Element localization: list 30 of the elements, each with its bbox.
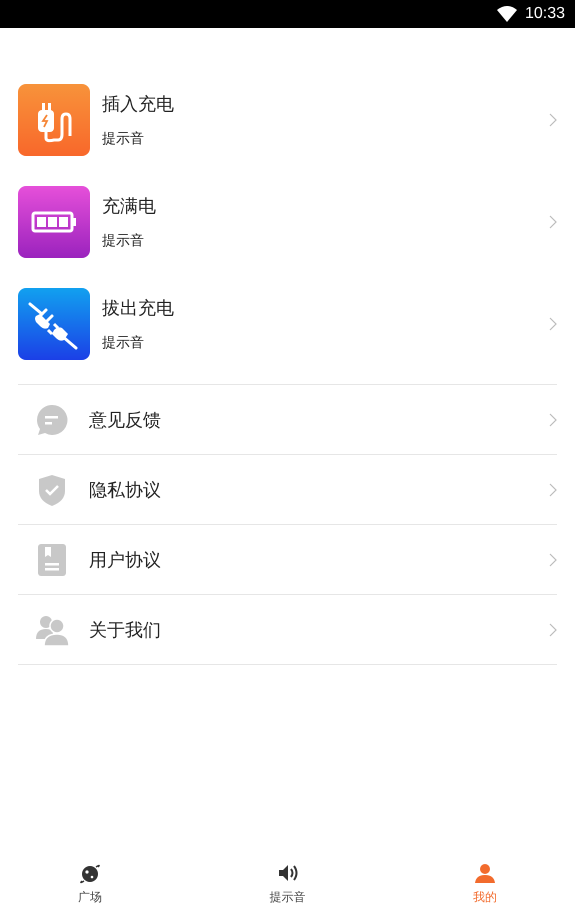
battery-icon[interactable]	[18, 186, 90, 258]
sound-title: 插入充电	[102, 93, 174, 116]
sound-subtitle: 提示音	[102, 130, 144, 148]
sound-title: 拔出充电	[102, 297, 174, 320]
menu-item[interactable]: 用户协议	[18, 525, 557, 595]
menu-item[interactable]: 隐私协议	[18, 455, 557, 525]
menu-label: 隐私协议	[88, 478, 162, 502]
chevron-icon	[549, 482, 557, 496]
chevron-icon	[549, 317, 557, 331]
chevron-icon	[549, 113, 557, 127]
chevron-icon	[549, 622, 557, 636]
tab[interactable]: 提示音	[258, 853, 318, 913]
document-icon	[35, 542, 69, 576]
wifi-icon	[496, 6, 517, 22]
chevron-icon	[549, 215, 557, 229]
tab[interactable]: 广场	[60, 853, 120, 913]
chat-bubble-icon	[35, 402, 69, 436]
chevron-icon	[549, 552, 557, 566]
sound-subtitle: 提示音	[102, 232, 144, 250]
sound-title: 充满电	[102, 195, 156, 218]
chevron-icon	[549, 412, 557, 426]
menu-item[interactable]: 关于我们	[18, 595, 557, 665]
charger-icon[interactable]	[18, 84, 90, 156]
plug-icon[interactable]	[18, 288, 90, 360]
sound-subtitle: 提示音	[102, 334, 144, 352]
menu-label: 用户协议	[88, 548, 162, 572]
status-time: 10:33	[524, 5, 565, 23]
menu-item[interactable]: 意见反馈	[18, 385, 557, 455]
menu-label: 关于我们	[88, 618, 162, 642]
menu-label: 意见反馈	[88, 408, 162, 432]
